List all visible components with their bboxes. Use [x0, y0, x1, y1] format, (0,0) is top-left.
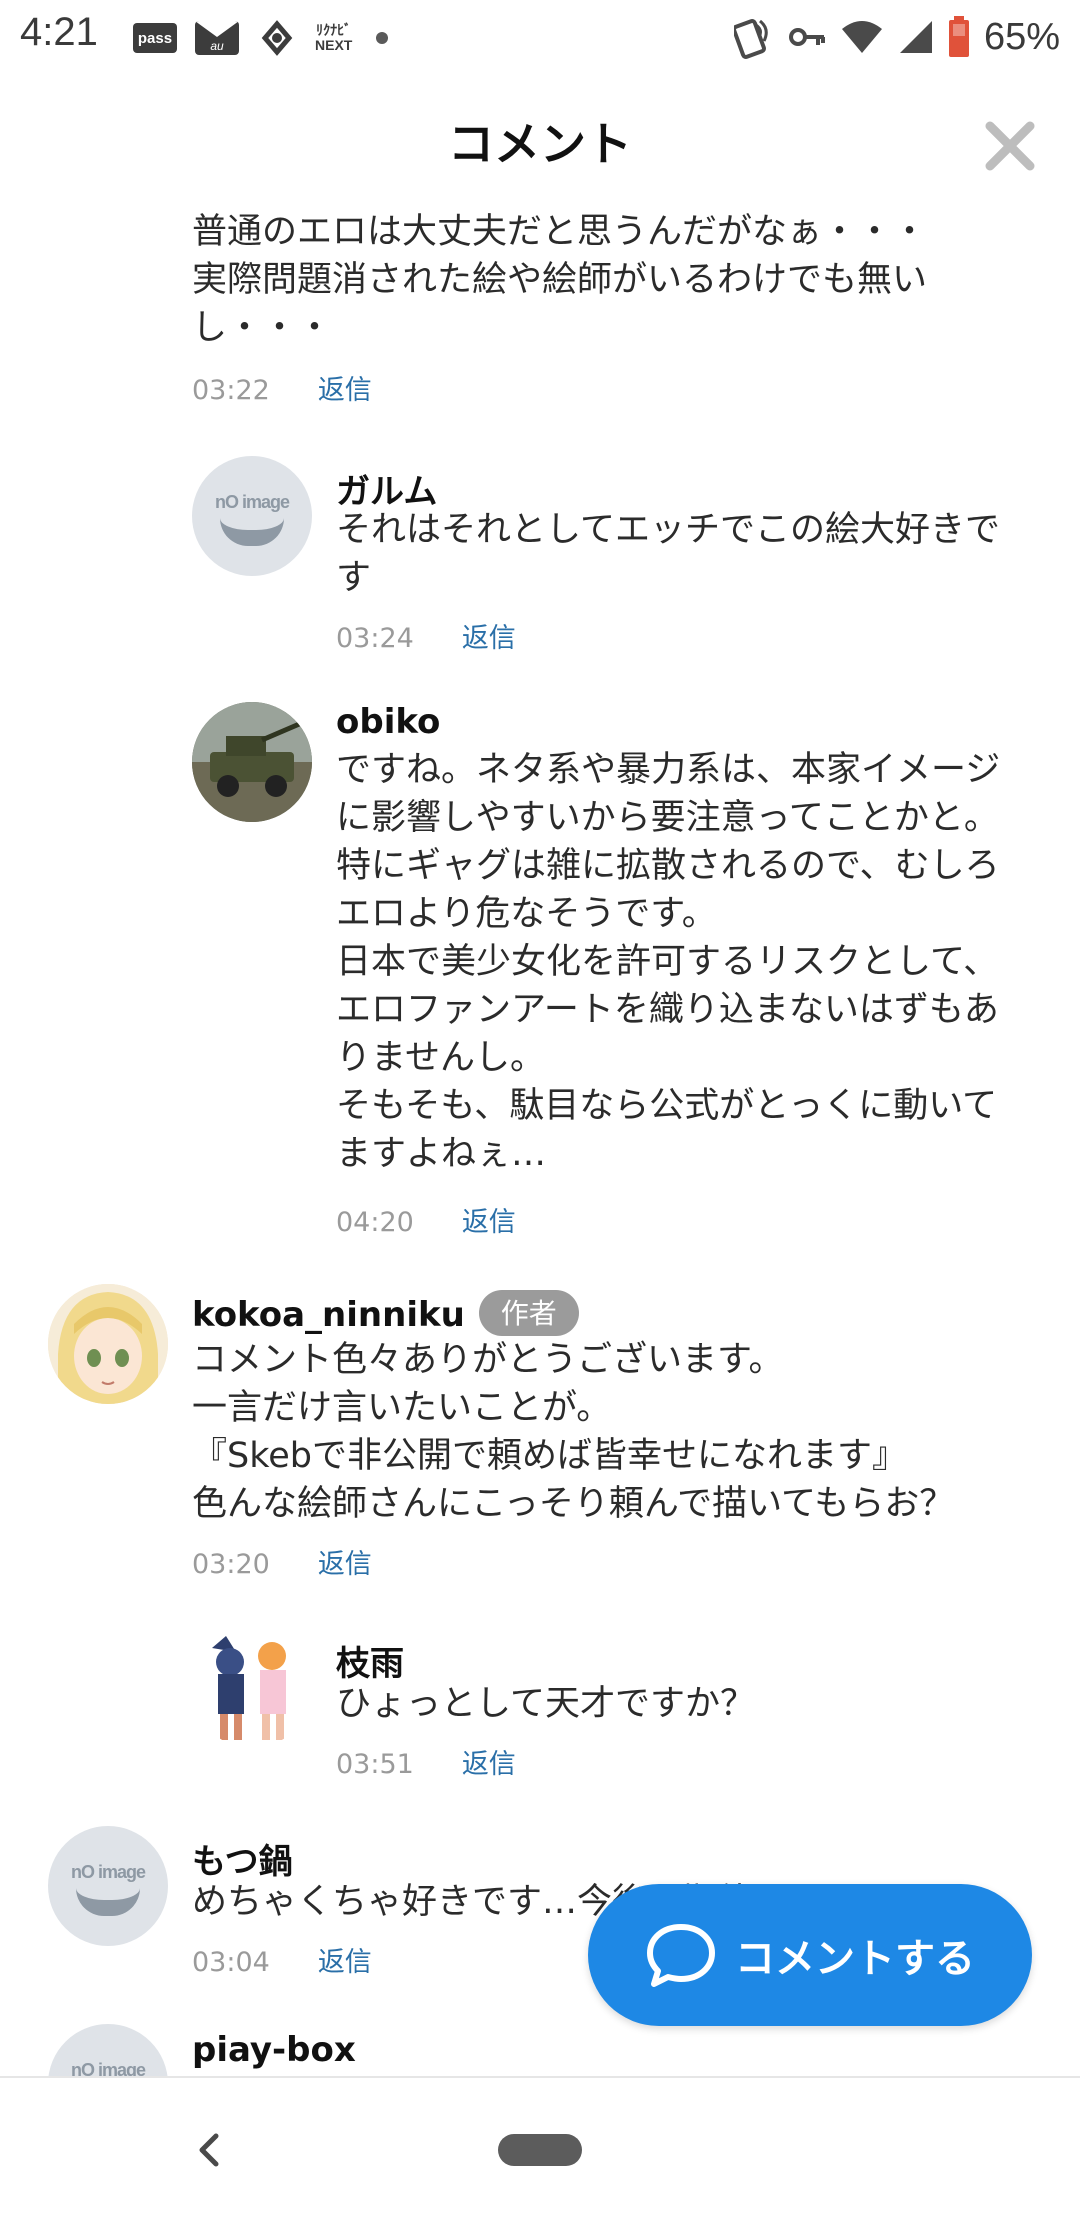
avatar[interactable]	[48, 1284, 168, 1404]
comment-username-text: kokoa_ninniku	[192, 1295, 465, 1335]
home-pill-icon[interactable]	[498, 2134, 582, 2166]
reply-link[interactable]: 返信	[462, 623, 516, 654]
comment-list[interactable]: 普通のエロは大丈夫だと思うんだがなぁ・・・ 実際問題消された絵や絵師がいるわけで…	[0, 206, 1080, 2076]
comment-meta: 04:20 返信	[336, 1200, 516, 1239]
reply-link[interactable]: 返信	[462, 1749, 516, 1780]
comment-body: ひょっとして天才ですか？	[336, 1684, 755, 1724]
close-icon[interactable]	[980, 116, 1040, 176]
no-image-smile-icon	[220, 518, 284, 546]
no-image-text: nO image	[214, 492, 290, 512]
comment-meta: 03:22 返信	[192, 368, 372, 407]
reply-link[interactable]: 返信	[318, 1947, 372, 1978]
comment-body: ですね。ネタ系や暴力系は、本家イメージ に影響しやすいから要注意ってことかと。 …	[336, 750, 1001, 1174]
avatar[interactable]	[192, 1628, 312, 1748]
wifi-icon	[841, 21, 882, 53]
au-mail-label: au	[210, 39, 224, 53]
system-nav-bar	[0, 2076, 1080, 2222]
status-bar: 4:21 pass au ﾘｸﾅﾋﾞ NEXT 65%	[0, 0, 1080, 76]
comment-meta: 03:20 返信	[192, 1542, 372, 1581]
page-title: コメント	[448, 117, 632, 171]
comment-body: 普通のエロは大丈夫だと思うんだがなぁ・・・ 実際問題消された絵や絵師がいるわけで…	[192, 212, 928, 348]
app-icon	[261, 20, 293, 56]
comment-item: kokoa_ninniku 作者 コメント色々ありがとうございます。 一言だけ言い…	[0, 1284, 1080, 1594]
notification-dot-icon	[376, 32, 389, 44]
comment-username[interactable]: obiko	[336, 702, 440, 742]
vpn-key-icon	[788, 28, 825, 46]
post-comment-label: コメントする	[735, 1936, 975, 1982]
reply-link[interactable]: 返信	[318, 1549, 372, 1580]
comment-body: コメント色々ありがとうございます。 一言だけ言いたいことが。 『Skebで非公開…	[192, 1340, 955, 1524]
nfc-icon	[733, 19, 768, 59]
author-badge: 作者	[478, 1290, 579, 1336]
comment-meta: 03:24 返信	[336, 616, 516, 655]
comment-meta: 03:51 返信	[336, 1742, 516, 1781]
comment-item: nO image piay-box	[0, 2024, 1080, 2076]
signal-icon	[899, 21, 932, 53]
comment-username[interactable]: もつ鍋	[192, 1834, 293, 1883]
comment-time: 03:24	[336, 623, 414, 654]
comment-header: コメント	[0, 76, 1080, 206]
comment-time: 03:51	[336, 1749, 414, 1780]
comment-item: nO image ガルム それはそれとしてエッチでこの絵大好きで す 03:24…	[0, 456, 1080, 656]
avatar[interactable]	[192, 702, 312, 822]
no-image-smile-icon	[76, 1888, 140, 1916]
avatar[interactable]: nO image	[48, 1826, 168, 1946]
comment-time: 03:22	[192, 375, 270, 406]
chat-bubble-icon	[647, 1924, 715, 1987]
military-vehicle-photo	[192, 702, 312, 822]
comment-username[interactable]: kokoa_ninniku 作者	[192, 1290, 579, 1336]
comment-time: 04:20	[336, 1207, 414, 1238]
avatar[interactable]: nO image	[48, 2024, 168, 2076]
au-mail-icon: au	[195, 21, 239, 55]
comment-item: 普通のエロは大丈夫だと思うんだがなぁ・・・ 実際問題消された絵や絵師がいるわけで…	[0, 206, 1080, 406]
back-chevron-icon[interactable]	[190, 2130, 230, 2170]
status-icons-left: pass au ﾘｸﾅﾋﾞ NEXT	[133, 18, 389, 58]
comment-time: 03:20	[192, 1549, 270, 1580]
anime-girl-illustration	[48, 1284, 168, 1404]
status-time: 4:21	[20, 10, 98, 54]
comment-username[interactable]: piay-box	[192, 2030, 356, 2070]
comment-meta: 03:04 返信	[192, 1940, 372, 1979]
next-line2: NEXT	[315, 37, 353, 53]
comment-body: それはそれとしてエッチでこの絵大好きで す	[336, 510, 1000, 598]
reply-link[interactable]: 返信	[462, 1207, 516, 1238]
avatar[interactable]: nO image	[192, 456, 312, 576]
no-image-text: nO image	[70, 2060, 146, 2076]
status-icons-right: 65%	[733, 12, 1060, 62]
comment-time: 03:04	[192, 1947, 270, 1978]
post-comment-button[interactable]: コメントする	[588, 1884, 1032, 2026]
comment-username[interactable]: 枝雨	[336, 1636, 404, 1685]
next-line1: ﾘｸﾅﾋﾞ	[316, 22, 352, 38]
reply-link[interactable]: 返信	[318, 375, 372, 406]
no-image-text: nO image	[70, 1862, 146, 1882]
battery-percent: 65%	[983, 15, 1060, 58]
comment-item: obiko ですね。ネタ系や暴力系は、本家イメージ に影響しやすいから要注意って…	[0, 702, 1080, 1242]
comment-item: 枝雨 ひょっとして天才ですか？ 03:51 返信	[0, 1628, 1080, 1788]
rikunabi-next-icon: ﾘｸﾅﾋﾞ NEXT	[315, 23, 352, 53]
anime-duo-illustration	[192, 1628, 312, 1748]
pass-icon: pass	[133, 23, 177, 53]
battery-icon	[948, 16, 969, 57]
